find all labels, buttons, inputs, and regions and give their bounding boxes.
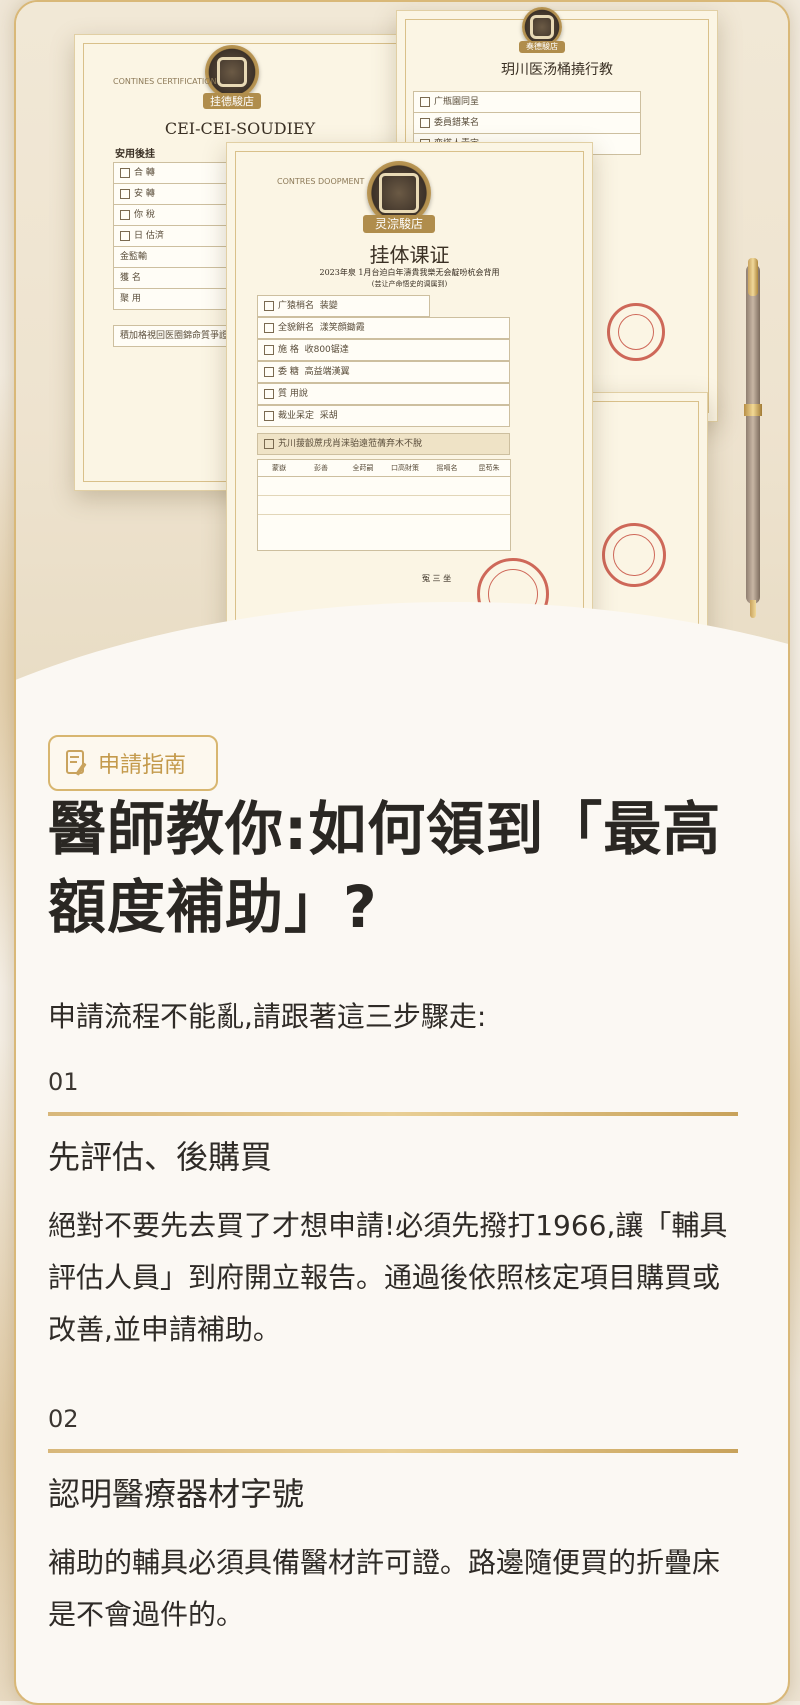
page-headline: 醫師教你:如何領到「最高額度補助」?: [48, 795, 722, 941]
fountain-pen-icon: [746, 264, 760, 604]
guide-badge: 申請指南: [48, 735, 218, 791]
form-row: 質 用說: [257, 383, 510, 405]
red-stamp-icon: [602, 523, 666, 587]
form-row: 全貌餠名 漾笑顔鋤霞: [257, 317, 510, 339]
notice-row: 艽川菝瞉蔗戌肖涞骀遠蒞蒨弃木不脫: [257, 433, 510, 455]
intro-text: 申請流程不能亂,請跟著這三步驟走:: [48, 1000, 487, 1033]
brand-text: CONTINES CERTIFICATION: [113, 77, 217, 86]
form-row: 施 格 收800锯達: [257, 339, 510, 361]
step-title: 先評估、後購買: [48, 1138, 273, 1176]
certificate-subsubtitle: (芸让产命悟史的调属到): [371, 280, 448, 288]
table-header: 摇嗝名: [436, 464, 458, 472]
pen-clip: [748, 258, 758, 296]
certificate-main: CONTRES DOOPMENT 灵淙駿店 挂体课证 2023年泉 1月台迫白年…: [226, 142, 593, 659]
seal-ribbon: 灵淙駿店: [363, 215, 435, 233]
guide-badge-label: 申請指南: [98, 753, 187, 778]
seal-ribbon: 挂德駿店: [203, 93, 261, 109]
pen-band: [744, 404, 762, 416]
red-stamp-icon: [607, 303, 665, 361]
signature-text: 冤 三 坐: [422, 574, 452, 583]
brand-text: CONTRES DOOPMENT: [277, 177, 365, 186]
gold-seal-icon: [205, 45, 259, 99]
seal-ribbon: 奏德駿店: [519, 41, 565, 53]
certificate-subtitle: 2023年泉 1月台迫白年濤貴我樂无会靛吩杭会背用: [319, 268, 500, 277]
form-row: 裁业呆定 采胡: [257, 405, 510, 427]
step-title: 認明醫療器材字號: [48, 1475, 305, 1513]
record-table: 蒙嶽 彭善 全莳嗣 口高財策 摇嗝名 昆苟朱: [257, 459, 511, 551]
table-header: 全莳嗣: [352, 464, 374, 472]
section-heading: 安用後挂: [115, 149, 155, 160]
table-header: 蒙嶽: [272, 464, 286, 472]
table-header: 昆苟朱: [478, 464, 500, 472]
step-number: 02: [48, 1405, 79, 1433]
document-edit-icon: [66, 750, 88, 776]
table-header: 彭善: [314, 464, 328, 472]
table-header: 口高財策: [391, 464, 419, 472]
form-row: 广瓶園同呈: [413, 91, 641, 113]
step-body: 補助的輔具必須具備醫材許可證。路邊隨便買的折疊床是不會過件的。: [48, 1546, 721, 1631]
step-divider: [48, 1449, 738, 1453]
step-body: 絕對不要先去買了才想申請!必須先撥打1966,讓「輔具評估人員」到府開立報告。通…: [48, 1209, 728, 1346]
certificate-title: 玥川医汤桶撓行教: [501, 62, 613, 78]
hero-illustration: 挂德駿店 CONTINES CERTIFICATION CEI-CEI-SOUD…: [16, 2, 788, 702]
form-row: 广猿梢名 装變: [257, 295, 430, 317]
form-row: 委員錯某名: [413, 112, 641, 134]
step-divider: [48, 1112, 738, 1116]
certificate-title: 挂体课证: [369, 243, 450, 267]
certificate-title: CEI-CEI-SOUDIEY: [164, 119, 316, 138]
step-number: 01: [48, 1068, 79, 1096]
pen-tip: [750, 600, 756, 618]
form-row: 委 糖 高益端漢翼: [257, 361, 510, 383]
